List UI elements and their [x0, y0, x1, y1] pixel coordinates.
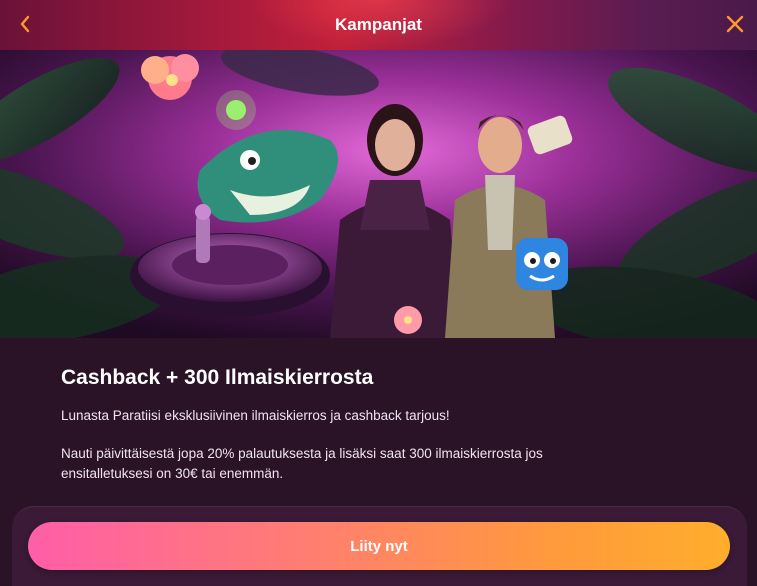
promo-title: Cashback + 300 Ilmaiskierrosta [61, 366, 374, 389]
close-icon [726, 15, 744, 33]
promo-description: Nauti päivittäisestä jopa 20% palautukse… [61, 446, 543, 481]
chevron-left-icon [20, 15, 30, 33]
close-button[interactable] [723, 12, 747, 36]
header-bar: Kampanjat [0, 0, 757, 50]
page-title: Kampanjat [335, 15, 422, 34]
promo-artwork [0, 50, 757, 338]
cta-footer: Liity nyt [12, 506, 747, 586]
promo-banner-image [0, 50, 757, 338]
blue-dice-mascot [516, 238, 568, 290]
hibiscus-flower-small [394, 306, 422, 334]
join-now-button[interactable]: Liity nyt [28, 522, 730, 570]
promo-intro: Lunasta Paratiisi eksklusiivinen ilmaisk… [61, 408, 450, 423]
back-button[interactable] [14, 13, 36, 35]
